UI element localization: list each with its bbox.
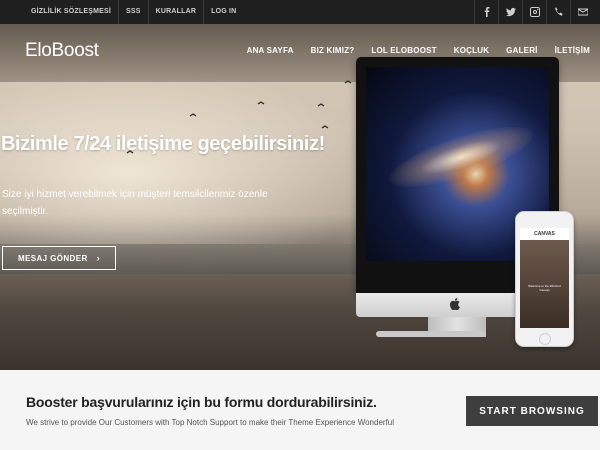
imac-foot (376, 331, 486, 337)
promo-title: Booster başvurularınız için bu formu dor… (26, 394, 377, 410)
top-bar: GİZLİLİK SÖZLEŞMESİ SSS KURALLAR LOG IN (0, 0, 600, 24)
promo-text: We strive to provide Our Customers with … (26, 418, 395, 427)
top-link-rules[interactable]: KURALLAR (147, 0, 203, 24)
top-links: GİZLİLİK SÖZLEŞMESİ SSS KURALLAR LOG IN (31, 0, 243, 24)
nav-contact[interactable]: İLETİŞİM (555, 46, 590, 55)
mail-icon[interactable] (570, 0, 594, 24)
nav-about[interactable]: BIZ KIMIZ? (311, 46, 355, 55)
phone-icon[interactable] (546, 0, 570, 24)
top-link-privacy[interactable]: GİZLİLİK SÖZLEŞMESİ (31, 0, 118, 24)
apple-logo-icon (450, 298, 460, 310)
hero-headline: Bizimle 7/24 iletişime geçebilirsiniz! (1, 133, 325, 155)
nav-eloboost[interactable]: LOL ELOBOOST (371, 46, 436, 55)
top-link-login[interactable]: LOG IN (203, 0, 243, 24)
phone-header: CANVAS (520, 228, 569, 240)
phone-caption: Welcome to the World of Canvas (528, 284, 561, 292)
galaxy-core (383, 114, 539, 200)
nav-coaching[interactable]: KOÇLUK (454, 46, 489, 55)
start-browsing-button[interactable]: START BROWSING (466, 396, 598, 426)
main-nav: ANA SAYFA BIZ KIMIZ? LOL ELOBOOST KOÇLUK… (230, 46, 590, 55)
instagram-icon[interactable] (522, 0, 546, 24)
top-link-faq[interactable]: SSS (118, 0, 148, 24)
phone-home-button (539, 333, 551, 345)
nav-gallery[interactable]: GALERİ (506, 46, 537, 55)
send-message-label: MESAJ GÖNDER (17, 253, 88, 263)
site-logo[interactable]: EloBoost (25, 40, 99, 62)
phone-mockup: CANVAS Welcome to the World of Canvas (515, 211, 574, 347)
hero-subtext: Size iyi hizmet verebilmek için müşteri … (2, 189, 268, 217)
phone-screen: CANVAS Welcome to the World of Canvas (520, 228, 569, 328)
facebook-icon[interactable] (474, 0, 498, 24)
chevron-right-icon: › (96, 253, 101, 263)
social-icons (474, 0, 594, 24)
send-message-button[interactable]: MESAJ GÖNDER › (2, 246, 116, 270)
twitter-icon[interactable] (498, 0, 522, 24)
nav-home[interactable]: ANA SAYFA (247, 46, 294, 55)
